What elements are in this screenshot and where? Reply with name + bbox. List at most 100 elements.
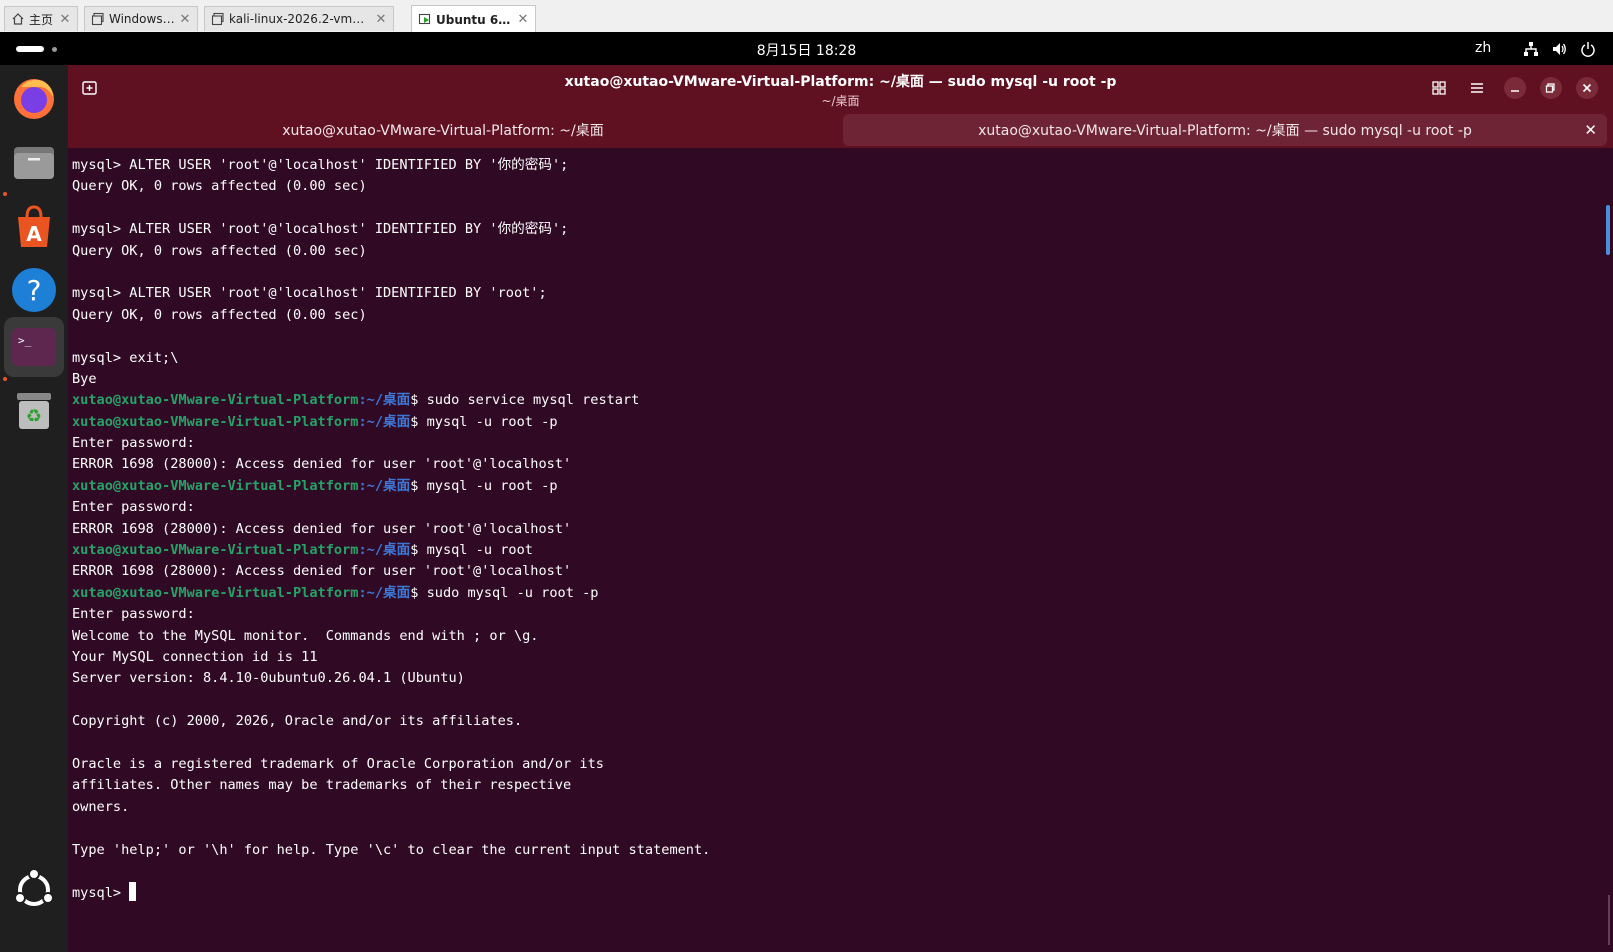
line-text: $ mysql -u root -p [410,477,558,494]
vm-tab-windows11[interactable]: Windows 11 ✕ [84,6,198,31]
prompt-path: :~/桌面 [358,584,411,601]
terminal-icon[interactable]: >_ [4,317,64,377]
terminal-line: mysql> ALTER USER 'root'@'localhost' IDE… [72,155,1572,176]
terminal-line: Enter password: [72,433,1572,454]
terminal-tab-1[interactable]: xutao@xutao-VMware-Virtual-Platform: ~/桌… [68,114,818,146]
line-text: Type 'help;' or '\h' for help. Type '\c'… [72,841,711,858]
trash-icon[interactable]: ♻ [9,385,59,435]
vm-tab-ubuntu[interactable]: Ubuntu 64 位 ✕ [411,5,536,32]
line-text: Query OK, 0 rows affected (0.00 sec) [72,306,367,323]
prompt-user: xutao@xutao-VMware-Virtual-Platform [72,584,359,601]
line-text: Query OK, 0 rows affected (0.00 sec) [72,242,367,259]
minimize-button[interactable] [1504,77,1526,99]
svg-text:?: ? [27,274,42,307]
terminal-output[interactable]: mysql> ALTER USER 'root'@'localhost' IDE… [72,155,1572,904]
vm-tab-home[interactable]: 主页 ✕ [4,6,78,31]
text-cursor [129,882,137,902]
close-tab-icon[interactable]: ✕ [1584,121,1597,139]
maximize-button[interactable] [1540,77,1562,99]
terminal-line: Oracle is a registered trademark of Orac… [72,754,1572,775]
line-text: Enter password: [72,606,195,623]
menu-icon[interactable] [1466,77,1488,99]
prompt-path: :~/桌面 [358,413,411,430]
prompt-path: :~/桌面 [358,477,411,494]
line-text: $ sudo mysql -u root -p [410,584,599,601]
tab-label: xutao@xutao-VMware-Virtual-Platform: ~/桌… [978,123,1472,139]
line-text: mysql> [72,885,130,902]
volume-icon[interactable] [1551,41,1567,57]
line-text: Welcome to the MySQL monitor. Commands e… [72,627,539,644]
line-text: affiliates. Other names may be trademark… [72,777,572,794]
line-text: Query OK, 0 rows affected (0.00 sec) [72,178,367,195]
shell-command-line: xutao@xutao-VMware-Virtual-Platform:~/桌面… [72,476,1572,497]
close-icon[interactable]: ✕ [57,12,73,27]
scrollbar-track[interactable] [1608,895,1610,945]
terminal-window[interactable]: xutao@xutao-VMware-Virtual-Platform: ~/桌… [68,65,1613,952]
scrollbar[interactable] [1606,205,1610,255]
prompt-user: xutao@xutao-VMware-Virtual-Platform [72,542,359,559]
close-button[interactable] [1576,77,1598,99]
terminal-line: Copyright (c) 2000, 2026, Oracle and/or … [72,711,1572,732]
line-text: ERROR 1698 (28000): Access denied for us… [72,520,572,537]
window-title: xutao@xutao-VMware-Virtual-Platform: ~/桌… [564,74,1117,90]
vm-tab-kali[interactable]: kali-linux-2026.2-vmware-am... ✕ [204,6,394,31]
line-text: owners. [72,798,130,815]
running-indicator [3,192,7,196]
terminal-line: owners. [72,797,1572,818]
terminal-line: Query OK, 0 rows affected (0.00 sec) [72,241,1572,262]
prompt-user: xutao@xutao-VMware-Virtual-Platform [72,477,359,494]
svg-text:>_: >_ [18,334,32,347]
line-text: Copyright (c) 2000, 2026, Oracle and/or … [72,713,523,730]
line-text: $ mysql -u root -p [410,413,558,430]
close-icon[interactable]: ✕ [177,12,193,27]
line-text: $ sudo service mysql restart [410,392,640,409]
app-center-icon[interactable]: A [9,201,59,251]
prompt-user: xutao@xutao-VMware-Virtual-Platform [72,413,359,430]
terminal-line: ERROR 1698 (28000): Access denied for us… [72,454,1572,475]
terminal-line: Bye [72,369,1572,390]
shell-command-line: xutao@xutao-VMware-Virtual-Platform:~/桌面… [72,583,1572,604]
files-icon[interactable] [9,137,59,187]
vm-tab-label: 主页 [29,12,54,27]
terminal-tab-2[interactable]: xutao@xutao-VMware-Virtual-Platform: ~/桌… [843,114,1607,146]
close-icon[interactable]: ✕ [515,12,531,27]
window-subtitle: ~/桌面 [821,94,860,108]
line-text: Server version: 8.4.10-0ubuntu0.26.04.1 … [72,670,465,687]
clock[interactable]: 8月15日 18:28 [0,40,1613,60]
firefox-icon[interactable] [9,73,59,123]
power-icon[interactable] [1580,41,1596,57]
dock: A ? >_ ♻ [0,65,68,952]
terminal-line: Query OK, 0 rows affected (0.00 sec) [72,305,1572,326]
line-text: mysql> ALTER USER 'root'@'localhost' IDE… [72,157,569,173]
line-text: mysql> ALTER USER 'root'@'localhost' IDE… [72,221,569,238]
close-icon[interactable]: ✕ [373,12,389,27]
shell-command-line: xutao@xutao-VMware-Virtual-Platform:~/桌面… [72,412,1572,433]
terminal-line: Your MySQL connection id is 11 [72,647,1572,668]
help-icon[interactable]: ? [9,265,59,315]
prompt-path: :~/桌面 [358,392,411,409]
network-icon[interactable] [1523,41,1539,57]
vm-icon [91,12,105,26]
shell-command-line: xutao@xutao-VMware-Virtual-Platform:~/桌面… [72,540,1572,561]
vm-icon [211,12,225,26]
shell-command-line: xutao@xutao-VMware-Virtual-Platform:~/桌面… [72,390,1572,411]
line-text: $ mysql -u root [410,542,533,559]
terminal-line: ERROR 1698 (28000): Access denied for us… [72,561,1572,582]
line-text: ERROR 1698 (28000): Access denied for us… [72,563,572,580]
terminal-line: affiliates. Other names may be trademark… [72,775,1572,796]
line-text: Your MySQL connection id is 11 [72,648,318,665]
input-method[interactable]: zh [1475,40,1491,56]
show-apps-icon[interactable] [9,865,59,915]
terminal-line: mysql> ALTER USER 'root'@'localhost' IDE… [72,283,1572,304]
terminal-line: Enter password: [72,604,1572,625]
vm-tab-label: kali-linux-2026.2-vmware-am... [229,12,373,26]
tab-overview-icon[interactable] [1428,77,1450,99]
terminal-line: Server version: 8.4.10-0ubuntu0.26.04.1 … [72,668,1572,689]
running-indicator [3,377,7,381]
